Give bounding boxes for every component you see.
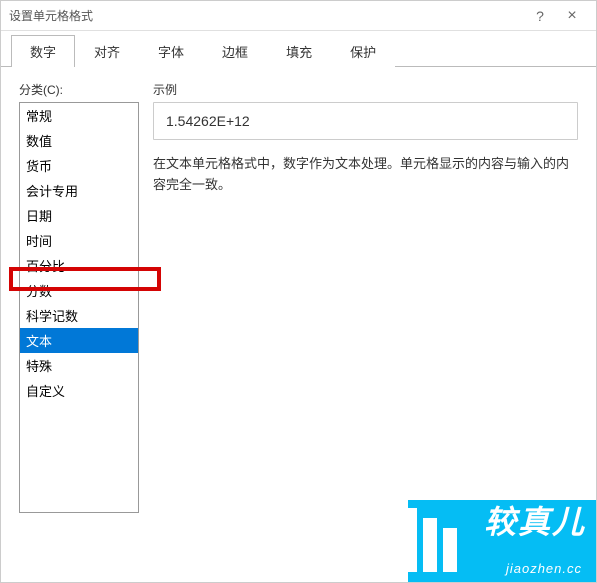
- tab-4[interactable]: 填充: [267, 35, 331, 67]
- help-button[interactable]: ?: [524, 2, 556, 30]
- tab-strip: 数字对齐字体边框填充保护: [1, 31, 596, 67]
- example-value: 1.54262E+12: [153, 102, 578, 140]
- detail-panel: 示例 1.54262E+12 在文本单元格格式中，数字作为文本处理。单元格显示的…: [153, 81, 578, 513]
- list-item[interactable]: 科学记数: [20, 303, 138, 328]
- list-item[interactable]: 日期: [20, 203, 138, 228]
- dialog-title: 设置单元格格式: [9, 7, 524, 24]
- example-label: 示例: [153, 81, 578, 98]
- list-item[interactable]: 自定义: [20, 378, 138, 403]
- list-item[interactable]: 百分比: [20, 253, 138, 278]
- list-item[interactable]: 文本: [20, 328, 138, 353]
- close-button[interactable]: ×: [556, 2, 588, 30]
- category-panel: 分类(C): 常规数值货币会计专用日期时间百分比分数科学记数文本特殊自定义: [19, 81, 139, 513]
- list-item[interactable]: 会计专用: [20, 178, 138, 203]
- watermark-url: jiaozhen.cc: [506, 561, 582, 576]
- tab-5[interactable]: 保护: [331, 35, 395, 67]
- list-item[interactable]: 货币: [20, 153, 138, 178]
- list-item[interactable]: 时间: [20, 228, 138, 253]
- tab-0[interactable]: 数字: [11, 35, 75, 67]
- tab-3[interactable]: 边框: [203, 35, 267, 67]
- list-item[interactable]: 分数: [20, 278, 138, 303]
- tab-1[interactable]: 对齐: [75, 35, 139, 67]
- content-area: 分类(C): 常规数值货币会计专用日期时间百分比分数科学记数文本特殊自定义 示例…: [1, 67, 596, 527]
- tab-2[interactable]: 字体: [139, 35, 203, 67]
- format-description: 在文本单元格格式中，数字作为文本处理。单元格显示的内容与输入的内容完全一致。: [153, 154, 578, 196]
- titlebar: 设置单元格格式 ? ×: [1, 1, 596, 31]
- category-label: 分类(C):: [19, 81, 139, 98]
- list-item[interactable]: 数值: [20, 128, 138, 153]
- list-item[interactable]: 特殊: [20, 353, 138, 378]
- format-cells-dialog: 设置单元格格式 ? × 数字对齐字体边框填充保护 分类(C): 常规数值货币会计…: [0, 0, 597, 583]
- list-item[interactable]: 常规: [20, 103, 138, 128]
- category-listbox[interactable]: 常规数值货币会计专用日期时间百分比分数科学记数文本特殊自定义: [19, 102, 139, 513]
